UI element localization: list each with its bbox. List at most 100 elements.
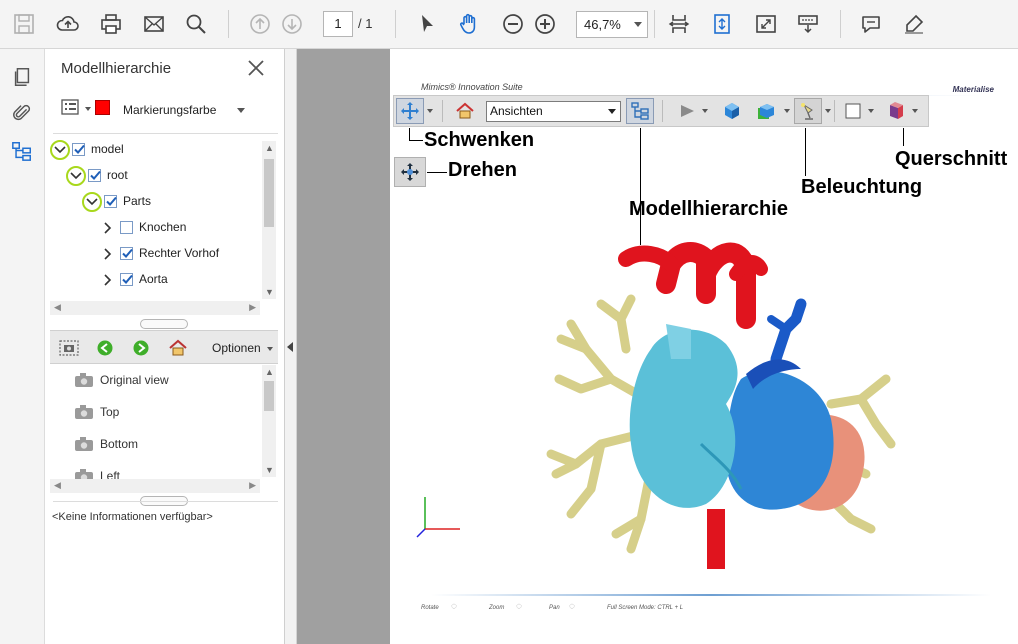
background-color-icon[interactable] [842,98,864,124]
lighting-icon[interactable] [794,98,822,124]
visibility-checkbox[interactable] [104,195,117,208]
views-dropdown-value: Ansichten [490,104,543,118]
camera-icon [75,469,93,479]
highlight-ring [50,140,70,160]
highlight-ring [66,166,86,186]
camera-icon [75,437,93,451]
chevron-right-icon[interactable] [98,270,118,290]
page-down-icon[interactable] [276,8,308,40]
visibility-checkbox[interactable] [120,247,133,260]
chevron-right-icon[interactable] [98,244,118,264]
panel-collapse-handle[interactable] [285,49,297,644]
panel-title: Modellhierarchie [61,60,172,77]
visibility-checkbox[interactable] [120,273,133,286]
views-dropdown[interactable]: Ansichten [486,101,621,122]
help-pan: Pan [549,605,560,611]
model-hierarchy-toggle-icon[interactable] [626,98,654,124]
view-item-label: Original view [100,373,169,387]
camera-icon [75,405,93,419]
help-zoom: Zoom [489,605,505,611]
fit-page-icon[interactable] [706,8,738,40]
zoom-in-icon[interactable] [529,8,561,40]
pan-tool-icon[interactable] [396,98,424,124]
previous-view-icon[interactable] [96,339,114,357]
visibility-checkbox[interactable] [120,221,133,234]
list-options-icon[interactable] [61,99,83,117]
tree-item-label: Aorta [139,272,168,286]
tree-item-label: Rechter Vorhof [139,246,220,260]
hand-tool-icon[interactable] [453,8,485,40]
chevron-right-icon[interactable] [98,218,118,238]
tree-item-parts[interactable]: Parts [82,191,278,213]
views-horizontal-scrollbar[interactable]: ◀ ▶ [50,479,260,493]
marker-color-swatch[interactable] [95,100,110,115]
3d-heart-model[interactable] [531,229,911,574]
splitter-grip[interactable] [140,319,188,329]
tree-vertical-scrollbar[interactable]: ▲ ▼ [262,141,276,299]
view-item-label: Top [100,405,120,419]
view-item-top[interactable]: Top [74,402,254,422]
info-text: <Keine Informationen verfügbar> [52,511,213,523]
add-view-icon[interactable] [58,337,80,359]
view-item-original-view[interactable]: Original view [74,370,254,390]
tree-horizontal-scrollbar[interactable]: ◀ ▶ [50,301,260,315]
next-view-icon[interactable] [132,339,150,357]
navigation-rail [0,49,45,644]
rotate-tool-icon[interactable] [394,157,426,187]
views-vertical-scrollbar[interactable]: ▲ ▼ [262,365,276,477]
fullscreen-icon[interactable] [750,8,782,40]
pdf-page: Mimics® Innovation Suite Materialise Ans… [391,49,1018,644]
zoom-level-select[interactable]: 46,7% [576,11,648,38]
tree-item-knochen[interactable]: Knochen [98,217,278,239]
pages-icon[interactable] [8,63,36,91]
tree-item-root[interactable]: root [66,165,266,187]
close-icon[interactable] [245,57,267,79]
play-animation-icon[interactable] [676,98,698,124]
mail-icon[interactable] [138,8,170,40]
page-number-input[interactable]: 1 [323,11,353,37]
model-render-icon[interactable] [720,98,744,124]
attachment-icon[interactable] [8,99,36,127]
cross-section-icon[interactable] [884,98,908,124]
page-up-icon[interactable] [244,8,276,40]
collapse-arrow-icon [287,342,293,352]
view-item-left[interactable]: Left [74,466,254,479]
tree-item-rechter-vorhof[interactable]: Rechter Vorhof [98,243,278,265]
marker-color-label[interactable]: Markierungsfarbe [123,103,216,117]
fit-width-icon[interactable] [663,8,695,40]
select-cursor-icon[interactable] [411,8,443,40]
print-icon[interactable] [95,8,127,40]
cloud-upload-icon[interactable] [52,8,84,40]
comment-icon[interactable] [855,8,887,40]
callout-cross-section: Querschnitt [895,148,1008,170]
read-mode-icon[interactable] [792,8,824,40]
view-item-bottom[interactable]: Bottom [74,434,254,454]
3d-viewer-toolbar: Ansichten [393,95,929,127]
highlight-pen-icon[interactable] [898,8,930,40]
marker-color-row: Markierungsfarbe [61,97,275,123]
tree-item-model[interactable]: model [50,139,250,161]
tree-item-label: model [91,142,124,156]
views-toolbar: Optionen [50,330,278,364]
search-icon[interactable] [180,8,212,40]
tree-item-aorta[interactable]: Aorta [98,269,278,291]
callout-lighting: Beleuchtung [801,176,923,198]
callout-hierarchy: Modellhierarchie [629,198,788,220]
visibility-checkbox[interactable] [88,169,101,182]
model-tree-icon[interactable] [8,137,36,165]
model-hierarchy-panel: Modellhierarchie Markierungsfarbe model r… [45,49,285,644]
scene-render-icon[interactable] [754,98,782,124]
home-icon[interactable] [454,98,476,124]
views-list: Original view Top Bottom Left [50,364,278,479]
save-icon[interactable] [8,8,40,40]
callout-pan: Schwenken [424,129,535,151]
brand-text: Mimics® Innovation Suite [421,82,523,92]
axes-indicator [416,497,460,538]
home-view-icon[interactable] [168,338,188,358]
view-item-label: Bottom [100,437,139,451]
options-menu[interactable]: Optionen [212,341,261,355]
document-background [297,49,390,644]
zoom-out-icon[interactable] [497,8,529,40]
visibility-checkbox[interactable] [72,143,85,156]
page-total-label: / 1 [358,16,373,31]
